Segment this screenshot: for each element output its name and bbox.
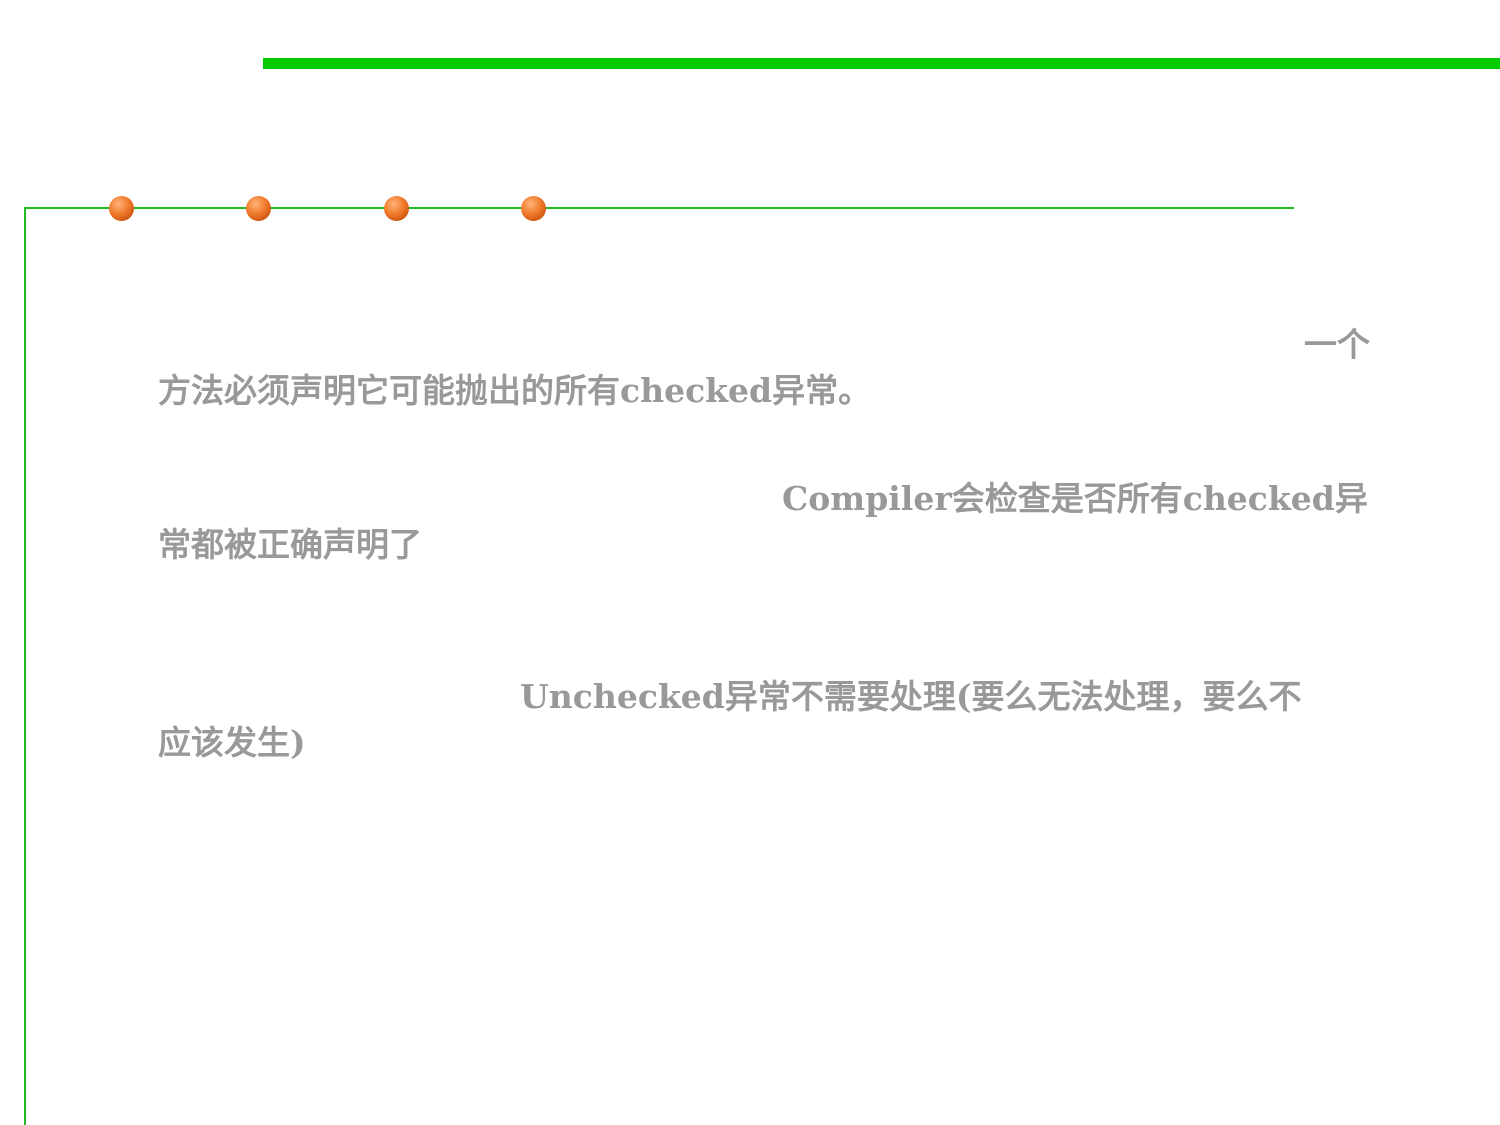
paragraph-3: Unchecked异常不需要处理(要么无法处理，要么不 应该发生) — [158, 674, 1388, 766]
paragraph-1-line-1: 一个 — [1304, 325, 1370, 364]
orange-dot-4 — [521, 196, 546, 221]
paragraph-2-line-2: 常都被正确声明了 — [158, 525, 422, 564]
orange-dot-3 — [384, 196, 409, 221]
vertical-rule — [24, 207, 26, 1125]
paragraph-2: Compiler会检查是否所有checked异 常都被正确声明了 — [158, 476, 1388, 568]
paragraph-3-line-2: 应该发生) — [158, 723, 306, 762]
orange-dot-1 — [109, 196, 134, 221]
horizontal-rule — [24, 207, 1294, 209]
top-accent-bar — [263, 58, 1500, 69]
paragraph-1: 一个 方法必须声明它可能抛出的所有checked异常。 — [158, 322, 1388, 414]
paragraph-2-line-1: Compiler会检查是否所有checked异 — [782, 479, 1368, 518]
paragraph-1-line-2: 方法必须声明它可能抛出的所有checked异常。 — [158, 371, 872, 410]
orange-dot-2 — [246, 196, 271, 221]
paragraph-3-line-1: Unchecked异常不需要处理(要么无法处理，要么不 — [520, 677, 1302, 716]
